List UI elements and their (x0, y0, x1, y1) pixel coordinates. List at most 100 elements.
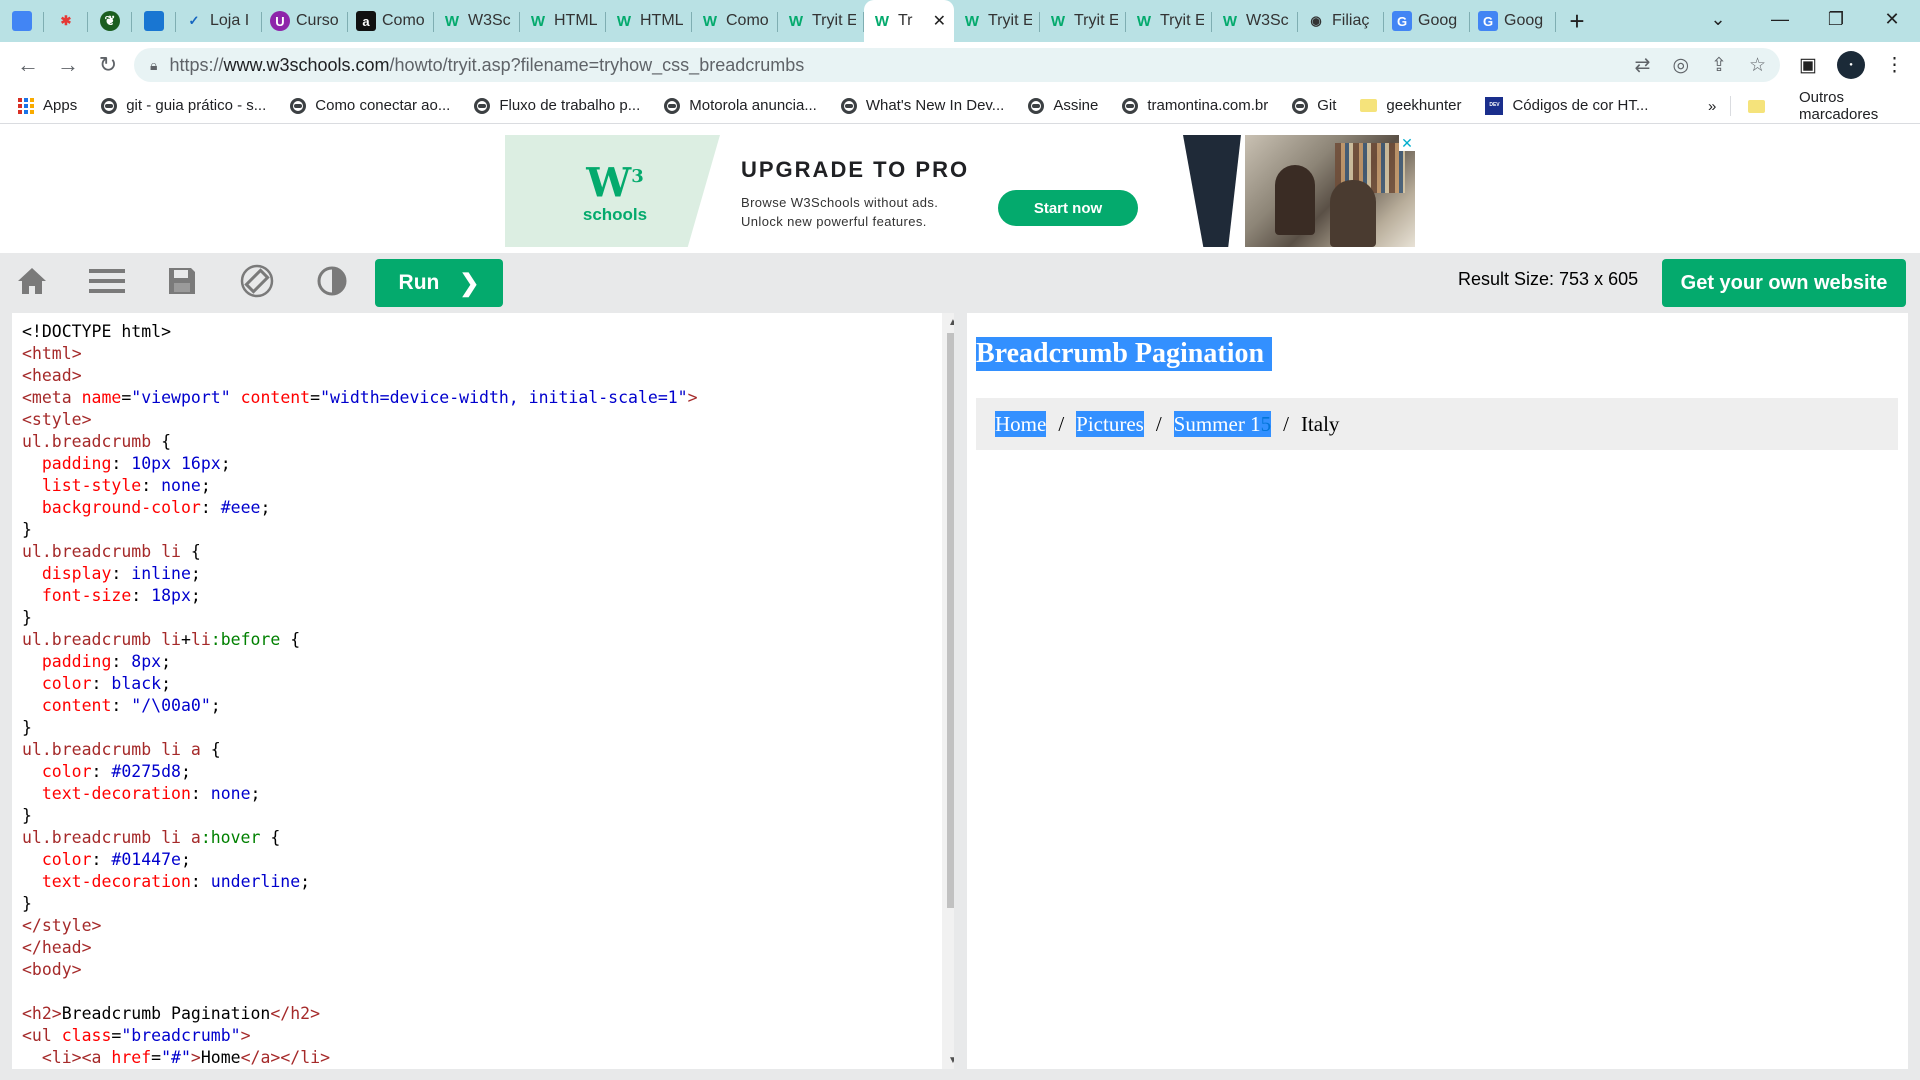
browser-tab[interactable]: G Goog (1470, 0, 1556, 42)
tab-close-icon[interactable]: ✕ (933, 11, 946, 31)
w3-icon: W (874, 12, 890, 30)
code-token: "breadcrumb" (121, 1026, 241, 1045)
browser-tab[interactable]: G Goog (1384, 0, 1470, 42)
home-icon[interactable] (10, 253, 54, 309)
code-text[interactable]: <!DOCTYPE html> <html> <head> <meta name="v… (22, 321, 698, 1069)
save-icon[interactable] (160, 253, 204, 309)
code-line: </style> (22, 915, 698, 937)
bookmark-label: geekhunter (1386, 97, 1462, 114)
browser-tab[interactable]: W Tryit E (778, 0, 864, 42)
scrollbar-thumb[interactable] (947, 333, 954, 908)
profile-avatar[interactable]: ● (1837, 51, 1865, 79)
browser-tab[interactable]: W Tryit E (1040, 0, 1126, 42)
browser-tab[interactable]: W Como (692, 0, 778, 42)
browser-tab[interactable]: W Tryit E (954, 0, 1040, 42)
bookmark-item[interactable]: Assine (1028, 97, 1098, 114)
ad-headline: UPGRADE TO PRO (741, 157, 970, 182)
translate-icon[interactable]: ⇄ (1635, 54, 1651, 77)
editor-scrollbar[interactable]: ▲ ▼ (942, 313, 954, 1069)
browser-tab[interactable]: ❦ (88, 0, 132, 42)
w3-icon: W (964, 12, 980, 30)
rotate-layout-icon[interactable] (235, 253, 279, 309)
bookmark-item[interactable]: Motorola anuncia... (664, 97, 817, 114)
bookmark-item[interactable]: Apps (18, 97, 77, 114)
bookmark-item[interactable]: Fluxo de trabalho p... (474, 97, 640, 114)
side-panel-icon[interactable]: ▣ (1799, 54, 1817, 77)
minimize-icon[interactable]: — (1752, 0, 1808, 38)
code-line: ul.breadcrumb { (22, 431, 698, 453)
bookmark-label: git - guia prático - s... (126, 97, 267, 114)
scroll-up-arrow-icon[interactable]: ▲ (942, 313, 954, 331)
breadcrumb-link-label: Summer 1 (1173, 412, 1261, 436)
code-token: ; (200, 476, 211, 495)
browser-tab[interactable]: ✓ Loja I (176, 0, 262, 42)
browser-tab[interactable]: W HTML (606, 0, 692, 42)
reload-icon[interactable]: ↻ (88, 45, 128, 85)
globe-icon (1292, 97, 1309, 114)
tab-search-chevron-icon[interactable]: ⌄ (1690, 0, 1746, 38)
address-bar[interactable]: 🔒︎ https://www.w3schools.com/howto/tryit… (134, 48, 1780, 82)
back-icon[interactable]: ← (8, 45, 48, 85)
leaf-app-icon: ❦ (100, 11, 120, 31)
browser-tab[interactable]: a Como (348, 0, 434, 42)
bookmarks-overflow-button[interactable]: » (1708, 88, 1716, 124)
upgrade-ad-banner[interactable]: W3 schools UPGRADE TO PRO Browse W3Schoo… (505, 135, 1415, 247)
menu-icon[interactable] (85, 253, 129, 309)
browser-tab[interactable]: W W3Sc (1212, 0, 1298, 42)
w3schools-logo: W3 schools (575, 157, 655, 225)
folder-icon (1748, 99, 1765, 113)
bookmark-star-icon[interactable]: ☆ (1749, 54, 1766, 77)
w3-icon: W (444, 12, 460, 30)
bookmark-item[interactable]: Git (1292, 97, 1336, 114)
bookmark-label: Git (1317, 97, 1337, 114)
bookmark-item[interactable]: tramontina.com.br (1122, 97, 1268, 114)
bookmark-item[interactable]: Como conectar ao... (290, 97, 450, 114)
browser-tab[interactable]: ◉ Filiaç (1298, 0, 1384, 42)
w3-icon: W (702, 12, 718, 30)
bookmark-item[interactable]: What's New In Dev... (840, 97, 1004, 114)
bookmark-item[interactable]: git - guia prático - s... (101, 97, 266, 114)
get-your-own-website-button[interactable]: Get your own website (1662, 259, 1906, 307)
tab-active[interactable]: W Tr ✕ (864, 0, 954, 42)
tab-title: Goog (1504, 12, 1544, 29)
bookmark-label: tramontina.com.br (1147, 97, 1269, 114)
close-window-icon[interactable]: ✕ (1864, 0, 1920, 38)
result-frame[interactable]: Breadcrumb Pagination Home / Pictures / Summ… (967, 313, 1908, 1069)
menu-kebab-icon[interactable]: ⋮ (1885, 54, 1904, 77)
browser-tab[interactable]: W HTML (520, 0, 606, 42)
other-bookmarks[interactable]: Outros marcadores (1748, 88, 1920, 124)
result-heading: Breadcrumb Pagination (976, 337, 1273, 371)
browser-tab[interactable] (0, 0, 44, 42)
code-line: color: black; (22, 673, 698, 695)
code-line: padding: 10px 16px; (22, 453, 698, 475)
w3-icon: W (788, 12, 804, 30)
browser-tab[interactable] (132, 0, 176, 42)
breadcrumb-link[interactable]: Summer 15 (1173, 411, 1272, 437)
scroll-down-arrow-icon[interactable]: ▼ (942, 1051, 954, 1069)
start-now-button[interactable]: Start now (998, 190, 1138, 226)
lock-icon[interactable]: 🔒︎ (150, 57, 157, 74)
run-button[interactable]: Run ❯ (375, 259, 503, 307)
browser-tab[interactable]: W Tryit E (1126, 0, 1212, 42)
logo-3: 3 (631, 166, 644, 187)
share-icon[interactable]: ⇪ (1711, 54, 1727, 77)
browser-tab[interactable]: W W3Sc (434, 0, 520, 42)
browser-tab[interactable]: U Curso (262, 0, 348, 42)
browser-toolbar: ← → ↻ 🔒︎ https://www.w3schools.com/howto… (0, 42, 1920, 88)
bookmark-item[interactable]: DEV Códigos de cor HT... (1485, 96, 1648, 115)
ad-close-icon[interactable]: ✕ (1399, 135, 1415, 151)
browser-tab[interactable]: ✱ (44, 0, 88, 42)
theme-contrast-icon[interactable] (310, 253, 354, 309)
code-token: ; (161, 652, 172, 671)
breadcrumb-link[interactable]: Pictures (1076, 411, 1144, 437)
logo-schools: schools (582, 205, 648, 225)
bookmark-item[interactable]: geekhunter (1360, 97, 1461, 114)
code-line: } (22, 717, 698, 739)
new-tab-button[interactable]: + (1556, 0, 1598, 42)
restore-icon[interactable]: ❐ (1808, 0, 1864, 38)
eye-slash-icon[interactable]: ◎ (1672, 54, 1689, 77)
forward-icon[interactable]: → (48, 45, 88, 85)
code-editor[interactable]: <!DOCTYPE html> <html> <head> <meta name="v… (12, 313, 954, 1069)
breadcrumb-link[interactable]: Home (995, 411, 1047, 437)
